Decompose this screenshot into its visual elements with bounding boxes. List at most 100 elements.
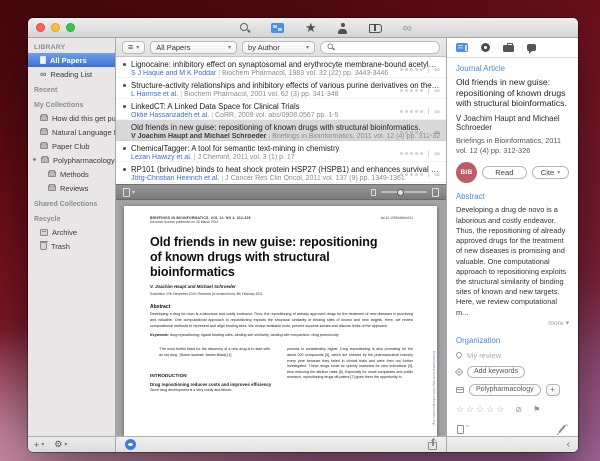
pdf-abstract-text: Developing a drug de novo is a laborious…: [150, 312, 413, 328]
pdf-intro-text: Since drug development is a very costly …: [150, 387, 233, 392]
flag-icon[interactable]: ⚑: [533, 405, 540, 414]
paper-row[interactable]: RP101 (brivudine) binds to heat shock pr…: [116, 162, 446, 183]
read-status-glasses-icon[interactable]: ∞: [434, 150, 440, 158]
paper-rating[interactable]: ∞: [400, 108, 440, 116]
add-collection-button[interactable]: + ▾: [34, 440, 44, 450]
reading-glasses-icon: ∞: [40, 69, 47, 79]
rating-stars[interactable]: ☆ ☆ ☆ ☆ ☆ ⊘ ⚑: [456, 404, 569, 415]
collection-tag-pill[interactable]: Polypharmacology: [469, 383, 541, 396]
sidebar-item-archive[interactable]: Archive: [28, 225, 115, 239]
search-input[interactable]: [338, 42, 434, 52]
paper-row[interactable]: Structure-activity relationships and inh…: [116, 78, 446, 99]
paper-row[interactable]: Lignocaine: inhibitory effect on synapto…: [116, 57, 446, 78]
tag-icon: [454, 367, 464, 377]
add-to-collection-button[interactable]: +: [545, 383, 560, 396]
sidebar-item-collection[interactable]: Methods: [28, 167, 115, 181]
paper-rating[interactable]: ∞: [400, 129, 440, 137]
details-panel: Journal Article Old friends in new guise…: [447, 38, 578, 452]
no-flag-icon[interactable]: ⊘: [515, 405, 522, 414]
paper-rating[interactable]: ∞: [400, 87, 440, 95]
share-icon[interactable]: [428, 438, 437, 450]
read-button[interactable]: Read: [482, 166, 527, 180]
info-tab-icon[interactable]: [456, 43, 468, 52]
supplements-briefcase-icon[interactable]: [503, 43, 514, 52]
folder-icon: [40, 142, 48, 149]
sidebar-item-collection[interactable]: How did this get published?: [28, 111, 115, 125]
paper-rating[interactable]: ∞: [400, 171, 440, 179]
zoom-in-page-icon[interactable]: [432, 187, 439, 197]
paper-rating[interactable]: ∞: [400, 150, 440, 158]
star-outline-icon[interactable]: ☆: [466, 404, 474, 415]
person-icon[interactable]: [338, 22, 348, 34]
star-icon[interactable]: ★: [305, 21, 317, 34]
page-layout-icon[interactable]: [123, 187, 130, 197]
star-outline-icon[interactable]: ☆: [456, 404, 464, 415]
paper-authors-link[interactable]: S J Haque and M K Poddar: [131, 70, 216, 77]
paper-authors-link[interactable]: V Joachim Haupt and Michael Schroeder: [131, 133, 266, 140]
star-outline-icon[interactable]: ☆: [496, 404, 504, 415]
pdf-viewport[interactable]: BRIEFINGS IN BIOINFORMATICS. VOL 12. NO …: [116, 200, 446, 436]
close-window-button[interactable]: [36, 23, 45, 32]
read-status-glasses-icon[interactable]: ∞: [434, 108, 440, 116]
more-link[interactable]: more ▾: [456, 319, 569, 327]
paper-rating[interactable]: ∞: [400, 66, 440, 74]
zoom-window-button[interactable]: [66, 23, 75, 32]
zoom-slider-knob[interactable]: [397, 188, 404, 196]
article-type-link[interactable]: Journal Article: [456, 64, 569, 73]
collections-icon: [456, 386, 464, 393]
file-attachment-button[interactable]: ^: [457, 425, 469, 434]
metrics-tab-icon[interactable]: [481, 43, 490, 52]
cite-button[interactable]: Cite ▾: [531, 166, 569, 180]
read-status-glasses-icon[interactable]: ∞: [434, 87, 440, 95]
paper-authors-link[interactable]: L Harmse et al.: [131, 91, 178, 98]
book-icon[interactable]: [368, 23, 382, 33]
sidebar-item-label: Methods: [60, 169, 89, 179]
sidebar-item-collection[interactable]: Reviews: [28, 181, 115, 195]
paper-row-selected[interactable]: Old friends in new guise: repositioning …: [116, 120, 446, 141]
paper-title: Lignocaine: inhibitory effect on synapto…: [131, 59, 440, 69]
annotations-button[interactable]: ^: [558, 424, 568, 434]
sidebar-item-collection[interactable]: Paper Club: [28, 139, 115, 153]
glasses-icon[interactable]: ∞: [403, 21, 412, 34]
paper-row[interactable]: ChemicalTagger: A tool for semantic text…: [116, 141, 446, 162]
enhanced-pdf-eye-icon[interactable]: [125, 439, 136, 450]
abstract-heading-link[interactable]: Abstract: [456, 192, 569, 201]
search-icon[interactable]: [240, 23, 250, 33]
add-keywords-button[interactable]: Add keywords: [467, 365, 525, 378]
toolbar: ★ ∞: [240, 18, 412, 38]
minimize-window-button[interactable]: [51, 23, 60, 32]
disclosure-triangle-icon[interactable]: [32, 158, 37, 162]
sidebar-item-collection[interactable]: Natural Language Proce...: [28, 125, 115, 139]
pdf-submitted-line: Submitted: 17th December 2010; Received …: [150, 292, 263, 297]
collapse-panel-chevron[interactable]: ‹: [567, 439, 570, 450]
paper-authors-link[interactable]: Jörg-Christian Heinrich et al.: [131, 175, 219, 182]
my-review-field[interactable]: My review: [467, 351, 501, 360]
view-grid-icon[interactable]: [271, 23, 284, 33]
desktop-wallpaper: ★ ∞ LIBRARY All Papers ∞ Reading List Re…: [0, 0, 600, 461]
settings-button[interactable]: ⚙ ▾: [54, 439, 67, 450]
read-status-glasses-icon[interactable]: ∞: [434, 66, 440, 74]
list-view-menu-button[interactable]: ≡ ▾: [122, 40, 146, 54]
list-search-field[interactable]: [320, 40, 440, 54]
details-tabs: [447, 38, 578, 58]
paper-authors-link[interactable]: Lezan Hawizy et al.: [131, 154, 192, 161]
paper-row[interactable]: LinkedCT: A Linked Data Space for Clinic…: [116, 99, 446, 120]
star-outline-icon[interactable]: ☆: [476, 404, 484, 415]
section-recent: Recent: [34, 87, 58, 94]
sidebar-item-all-papers[interactable]: All Papers: [28, 53, 115, 67]
zoom-slider[interactable]: [381, 188, 427, 196]
bib-badge[interactable]: BIB: [456, 162, 477, 184]
zoom-out-page-icon[interactable]: [371, 188, 376, 196]
read-status-glasses-icon[interactable]: ∞: [434, 171, 440, 179]
organization-heading-link[interactable]: Organization: [456, 336, 569, 345]
read-status-glasses-icon[interactable]: ∞: [434, 129, 440, 137]
pdf-download-watermark: Downloaded from http://bib.oxfordjournal…: [432, 351, 436, 426]
paper-authors-link[interactable]: Oktie Hassanzadeh et al.: [131, 112, 209, 119]
sidebar-item-reading-list[interactable]: ∞ Reading List: [28, 67, 115, 81]
notes-bubble-icon[interactable]: [527, 44, 536, 54]
sidebar-item-trash[interactable]: Trash: [28, 239, 115, 253]
star-outline-icon[interactable]: ☆: [486, 404, 494, 415]
collection-filter-select[interactable]: All Papers ▾: [150, 40, 238, 54]
sidebar-item-collection-polypharmacology[interactable]: Polypharmacology: [28, 153, 115, 167]
sort-by-select[interactable]: by Author ▾: [242, 40, 315, 54]
